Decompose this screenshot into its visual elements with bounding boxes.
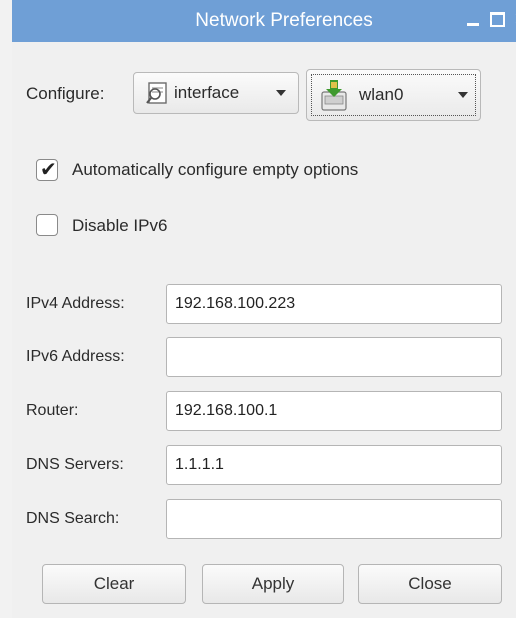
dns-search-input[interactable] xyxy=(166,499,502,539)
dns-servers-label: DNS Servers: xyxy=(26,456,124,473)
minimize-icon[interactable] xyxy=(464,8,482,30)
dns-servers-input[interactable] xyxy=(166,445,502,485)
ipv6-address-input[interactable] xyxy=(166,337,502,377)
configure-type-select[interactable]: interface xyxy=(133,72,299,114)
clear-button[interactable]: Clear xyxy=(42,564,186,604)
network-preferences-window: Network Preferences ✕ Configure: interfa… xyxy=(0,0,516,618)
dns-search-label: DNS Search: xyxy=(26,510,120,527)
router-label: Router: xyxy=(26,402,79,419)
close-icon[interactable]: ✕ xyxy=(512,8,516,30)
ipv4-address-input[interactable] xyxy=(166,284,502,324)
auto-configure-label[interactable]: Automatically configure empty options xyxy=(72,160,358,180)
apply-button[interactable]: Apply xyxy=(202,564,344,604)
chevron-down-icon xyxy=(458,92,468,98)
router-input[interactable] xyxy=(166,391,502,431)
chevron-down-icon xyxy=(276,90,286,96)
network-card-icon xyxy=(319,78,349,112)
configure-type-value: interface xyxy=(174,83,240,102)
window-title: Network Preferences xyxy=(195,10,373,31)
disable-ipv6-checkbox[interactable] xyxy=(36,214,58,236)
checkmark-icon: ✔ xyxy=(40,159,57,181)
close-button[interactable]: Close xyxy=(358,564,502,604)
maximize-icon[interactable] xyxy=(488,8,506,30)
disable-ipv6-label[interactable]: Disable IPv6 xyxy=(72,216,167,236)
interface-icon xyxy=(144,80,170,106)
configure-device-select[interactable]: wlan0 xyxy=(306,69,481,121)
configure-label: Configure: xyxy=(26,84,105,103)
ipv6-address-label: IPv6 Address: xyxy=(26,348,125,365)
dialog-body: Configure: interface wlan0 ✔ Automatical… xyxy=(12,42,516,618)
auto-configure-checkbox[interactable]: ✔ xyxy=(36,159,58,181)
ipv4-address-label: IPv4 Address: xyxy=(26,295,125,312)
title-bar[interactable]: Network Preferences ✕ xyxy=(12,0,516,42)
